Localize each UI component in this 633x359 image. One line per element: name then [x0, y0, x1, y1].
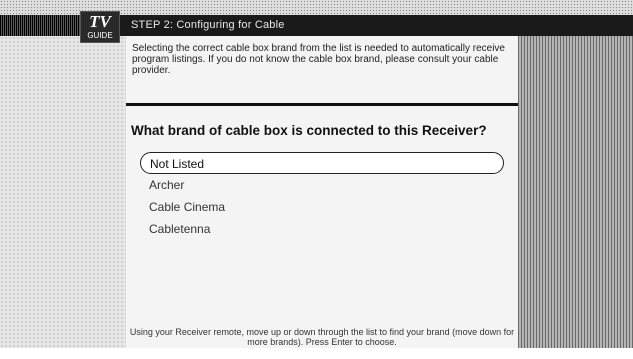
left-background-panel [0, 36, 126, 348]
list-item-archer[interactable]: Archer [140, 174, 504, 196]
list-item-cable-cinema[interactable]: Cable Cinema [140, 196, 504, 218]
bottom-border [0, 348, 633, 359]
list-item-label: Archer [149, 178, 185, 192]
logo-main-text: TV [89, 12, 111, 31]
brand-list[interactable]: Not Listed Archer Cable Cinema Cabletenn… [140, 152, 504, 240]
list-item-cabletenna[interactable]: Cabletenna [140, 218, 504, 240]
instructions-footer: Using your Receiver remote, move up or d… [129, 327, 515, 347]
logo-sub-text: GUIDE [87, 31, 113, 40]
right-background-panel [518, 36, 633, 348]
list-item-label: Not Listed [150, 157, 205, 171]
intro-text: Selecting the correct cable box brand fr… [132, 43, 505, 76]
list-item-label: Cable Cinema [149, 200, 226, 214]
step-title: STEP 2: Configuring for Cable [131, 19, 285, 31]
list-item-label: Cabletenna [149, 222, 211, 236]
tv-guide-logo: TV GUIDE [80, 11, 120, 43]
question-heading: What brand of cable box is connected to … [131, 123, 487, 138]
divider [126, 103, 518, 106]
list-item-not-listed[interactable]: Not Listed [140, 152, 504, 174]
